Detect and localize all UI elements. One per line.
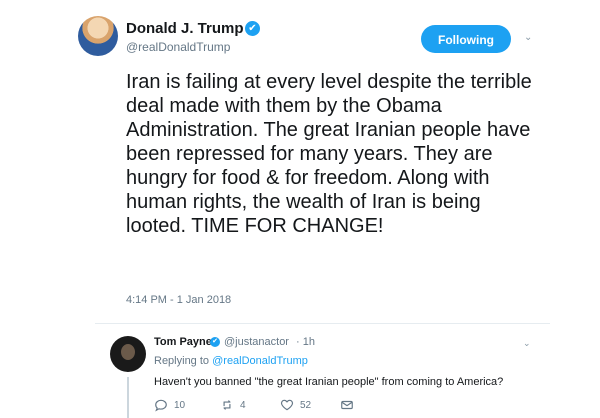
reply-author-avatar[interactable] bbox=[110, 336, 146, 372]
verified-icon: ✔ bbox=[210, 337, 220, 347]
divider bbox=[95, 323, 550, 324]
retweet-icon bbox=[220, 398, 234, 412]
replying-prefix: Replying to bbox=[154, 355, 210, 367]
tweet-text: Iran is failing at every level despite t… bbox=[126, 71, 532, 237]
replying-to: Replying to @realDonaldTrump bbox=[154, 355, 308, 367]
reply-time[interactable]: · 1h bbox=[296, 336, 315, 348]
main-tweet: Donald J. Trump ✔ @realDonaldTrump Follo… bbox=[0, 0, 600, 325]
envelope-icon bbox=[340, 398, 354, 412]
author-avatar[interactable] bbox=[78, 16, 118, 56]
reply-author-handle[interactable]: @justanactor bbox=[224, 336, 289, 348]
like-action[interactable]: 52 bbox=[280, 398, 311, 412]
author-name[interactable]: Donald J. Trump bbox=[126, 20, 244, 37]
verified-icon: ✔ bbox=[245, 21, 260, 36]
reply-icon bbox=[154, 398, 168, 412]
following-button[interactable]: Following bbox=[421, 25, 511, 53]
replying-to-link[interactable]: @realDonaldTrump bbox=[212, 355, 308, 367]
thread-line bbox=[127, 377, 129, 418]
tweet-timestamp[interactable]: 4:14 PM - 1 Jan 2018 bbox=[126, 294, 231, 306]
heart-icon bbox=[280, 398, 294, 412]
chevron-down-icon[interactable]: ⌄ bbox=[523, 338, 531, 349]
reply-count: 10 bbox=[174, 399, 186, 411]
direct-message-action[interactable] bbox=[340, 398, 354, 412]
retweet-count: 4 bbox=[240, 399, 246, 411]
retweet-action[interactable]: 4 bbox=[220, 398, 246, 412]
chevron-down-icon[interactable]: ⌄ bbox=[524, 32, 532, 43]
author-handle[interactable]: @realDonaldTrump bbox=[126, 40, 230, 54]
reply-author-name[interactable]: Tom Payne bbox=[154, 336, 212, 348]
reply-text: Haven't you banned "the great Iranian pe… bbox=[154, 376, 504, 388]
reply-action[interactable]: 10 bbox=[154, 398, 185, 412]
like-count: 52 bbox=[300, 399, 312, 411]
